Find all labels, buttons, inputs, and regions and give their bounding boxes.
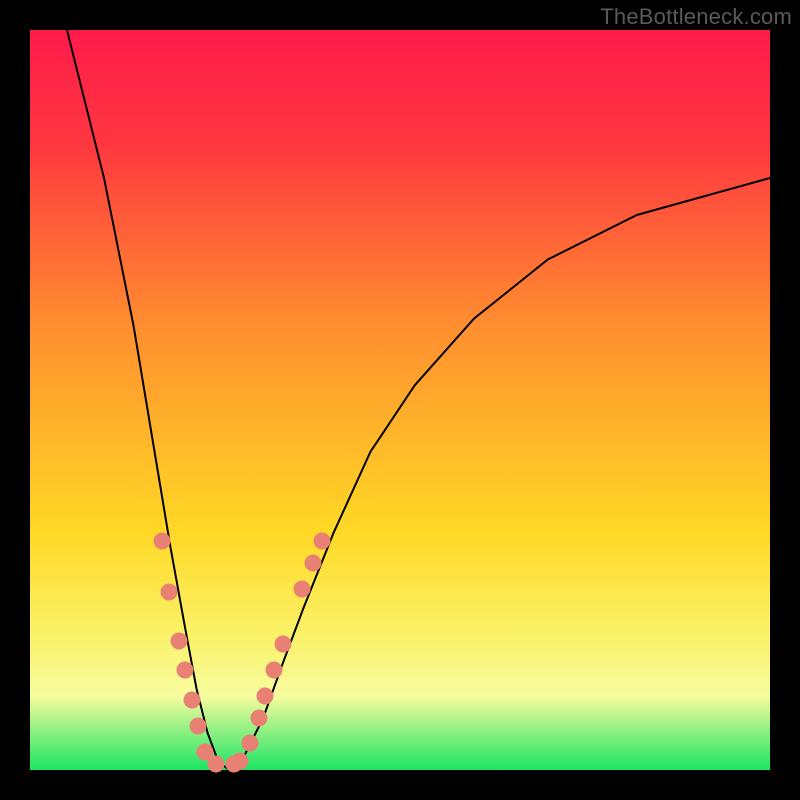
watermark-label: TheBottleneck.com xyxy=(600,4,792,30)
chart-plot-area xyxy=(30,30,770,770)
